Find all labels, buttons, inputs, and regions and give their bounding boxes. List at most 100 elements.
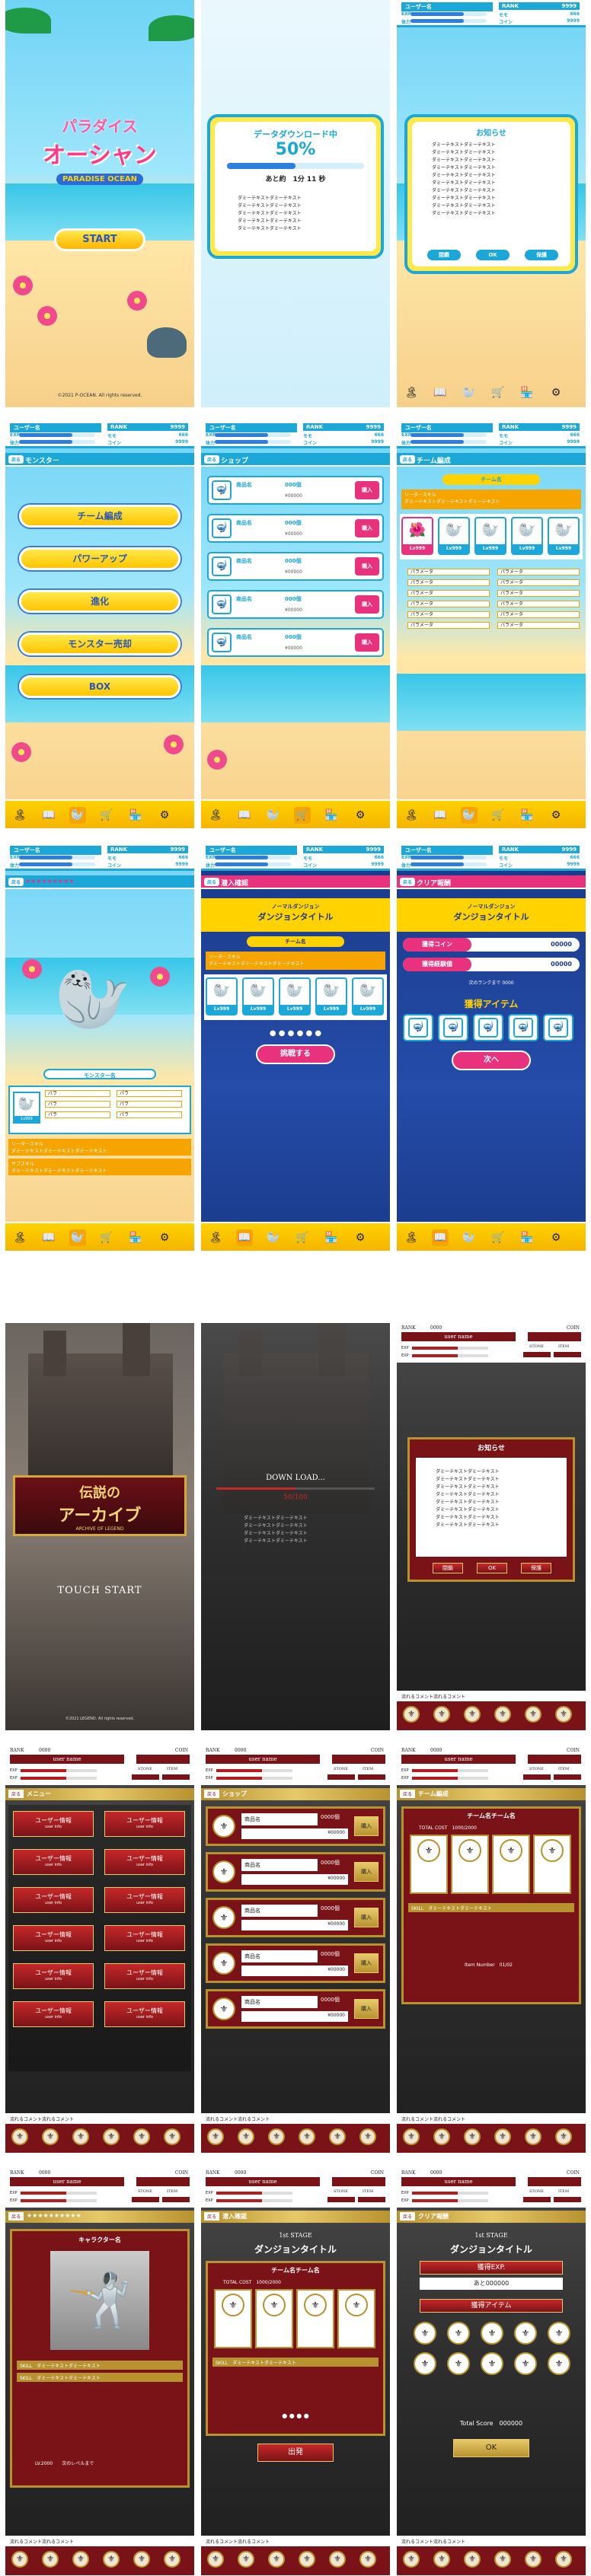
crest-icon[interactable]: ⚜ [207, 2551, 224, 2568]
challenge-button[interactable]: 挑戦する [256, 1044, 335, 1064]
back-button[interactable]: 戻る [8, 1790, 24, 1798]
crest-icon[interactable]: ⚜ [133, 2128, 150, 2145]
back-button[interactable]: 戻る [400, 878, 416, 886]
cart-icon[interactable]: 🛒 [98, 807, 115, 824]
close-button[interactable]: 閉鎖 [433, 1563, 463, 1573]
crest-icon[interactable]: ⚜ [299, 2128, 315, 2145]
box-button[interactable]: BOX [19, 675, 180, 698]
user-info-button[interactable]: ユーザー情報 user info [13, 1811, 94, 1837]
crest-icon[interactable]: ⚜ [433, 2128, 450, 2145]
crest-icon[interactable]: ⚜ [103, 2551, 120, 2568]
shop-icon[interactable]: 🏪 [127, 807, 144, 824]
settings-icon[interactable]: ⚙ [156, 807, 173, 824]
shop-icon[interactable]: 🏪 [519, 1229, 535, 1246]
cart-icon[interactable]: 🛒 [490, 1229, 506, 1246]
crest-icon[interactable]: ⚜ [133, 2551, 150, 2568]
back-button[interactable]: 戻る [8, 455, 24, 464]
back-button[interactable]: 戻る [204, 1790, 220, 1798]
close-button[interactable]: 閉鎖 [427, 250, 461, 260]
protect-button[interactable]: 保護 [525, 250, 558, 260]
crest-icon[interactable]: ⚜ [555, 2128, 572, 2145]
seal-icon[interactable]: 🦭 [265, 1229, 282, 1246]
back-button[interactable]: 戻る [204, 2212, 220, 2221]
settings-icon[interactable]: ⚙ [352, 807, 369, 824]
next-button[interactable]: 次へ [452, 1050, 531, 1070]
back-button[interactable]: 戻る [8, 2212, 24, 2221]
island-icon[interactable]: 🏝 [403, 807, 420, 824]
touch-start-button[interactable]: TOUCH START [5, 1585, 194, 1596]
seal-icon[interactable]: 🦭 [461, 1229, 478, 1246]
crest-icon[interactable]: ⚜ [403, 2128, 420, 2145]
crest-icon[interactable]: ⚜ [329, 2551, 346, 2568]
shop-icon[interactable]: 🏪 [127, 1229, 144, 1246]
island-icon[interactable]: 🏝 [11, 807, 28, 824]
shop-icon[interactable]: 🏪 [519, 807, 535, 824]
shop-icon[interactable]: 🏪 [323, 1229, 340, 1246]
crest-icon[interactable]: ⚜ [268, 2128, 285, 2145]
back-button[interactable]: 戻る [204, 878, 220, 886]
crest-icon[interactable]: ⚜ [555, 1706, 572, 1723]
shop-icon[interactable]: 🏪 [519, 384, 535, 401]
crest-icon[interactable]: ⚜ [525, 2128, 541, 2145]
crest-icon[interactable]: ⚜ [207, 2128, 224, 2145]
shop-icon[interactable]: 🏪 [323, 807, 340, 824]
user-info-button[interactable]: ユーザー情報 user info [13, 2001, 94, 2027]
team-unit[interactable]: 🦭 Lv999 [511, 517, 543, 555]
seal-icon[interactable]: 🦭 [265, 807, 282, 824]
crest-icon[interactable]: ⚜ [238, 2551, 254, 2568]
crest-icon[interactable]: ⚜ [72, 2551, 89, 2568]
crest-icon[interactable]: ⚜ [433, 1706, 450, 1723]
crest-icon[interactable]: ⚜ [433, 2551, 450, 2568]
crest-icon[interactable]: ⚜ [42, 2551, 59, 2568]
book-icon[interactable]: 📖 [236, 807, 253, 824]
crest-icon[interactable]: ⚜ [299, 2551, 315, 2568]
user-info-button[interactable]: ユーザー情報 user info [104, 1963, 185, 1989]
settings-icon[interactable]: ⚙ [548, 807, 564, 824]
crest-icon[interactable]: ⚜ [464, 1706, 481, 1723]
cart-icon[interactable]: 🛒 [294, 1229, 311, 1246]
team-unit[interactable]: 🦭 Lv999 [438, 517, 470, 555]
cart-icon[interactable]: 🛒 [294, 807, 311, 824]
settings-icon[interactable]: ⚙ [548, 384, 564, 401]
team-unit[interactable]: 🦭 Lv999 [474, 517, 506, 555]
evolve-button[interactable]: 進化 [19, 590, 180, 613]
crest-icon[interactable]: ⚜ [238, 2128, 254, 2145]
island-icon[interactable]: 🏝 [11, 1229, 28, 1246]
user-info-button[interactable]: ユーザー情報 user info [13, 1925, 94, 1951]
buy-button[interactable]: 購入 [354, 1953, 379, 1973]
crest-icon[interactable]: ⚜ [494, 1706, 511, 1723]
seal-icon[interactable]: 🦭 [69, 807, 86, 824]
island-icon[interactable]: 🏝 [403, 384, 420, 401]
crest-icon[interactable]: ⚜ [329, 2128, 346, 2145]
crest-icon[interactable]: ⚜ [525, 2551, 541, 2568]
crest-icon[interactable]: ⚜ [494, 2128, 511, 2145]
buy-button[interactable]: 購入 [354, 1862, 379, 1882]
settings-icon[interactable]: ⚙ [352, 1229, 369, 1246]
seal-icon[interactable]: 🦭 [69, 1229, 86, 1246]
back-button[interactable]: 戻る [8, 878, 24, 886]
crest-icon[interactable]: ⚜ [403, 1706, 420, 1723]
buy-button[interactable]: 購入 [355, 633, 379, 652]
cart-icon[interactable]: 🛒 [490, 384, 506, 401]
settings-icon[interactable]: ⚙ [548, 1229, 564, 1246]
buy-button[interactable]: 購入 [354, 1908, 379, 1927]
island-icon[interactable]: 🏝 [207, 1229, 224, 1246]
crest-icon[interactable]: ⚜ [403, 2551, 420, 2568]
crest-icon[interactable]: ⚜ [555, 2551, 572, 2568]
team-unit[interactable]: 🌺 Lv999 [401, 517, 433, 555]
island-icon[interactable]: 🏝 [207, 807, 224, 824]
user-info-button[interactable]: ユーザー情報 user info [104, 1925, 185, 1951]
buy-button[interactable]: 購入 [354, 1999, 379, 2019]
island-icon[interactable]: 🏝 [403, 1229, 420, 1246]
buy-button[interactable]: 購入 [355, 519, 379, 537]
book-icon[interactable]: 📖 [236, 1229, 253, 1246]
back-button[interactable]: 戻る [400, 2212, 416, 2221]
crest-icon[interactable]: ⚜ [268, 2551, 285, 2568]
back-button[interactable]: 戻る [400, 1790, 416, 1798]
crest-icon[interactable]: ⚜ [464, 2128, 481, 2145]
buy-button[interactable]: 購入 [354, 1816, 379, 1836]
settings-icon[interactable]: ⚙ [156, 1229, 173, 1246]
power-up-button[interactable]: パワーアップ [19, 547, 180, 570]
crest-icon[interactable]: ⚜ [11, 2128, 28, 2145]
team-unit[interactable]: 🦭 Lv999 [548, 517, 580, 555]
